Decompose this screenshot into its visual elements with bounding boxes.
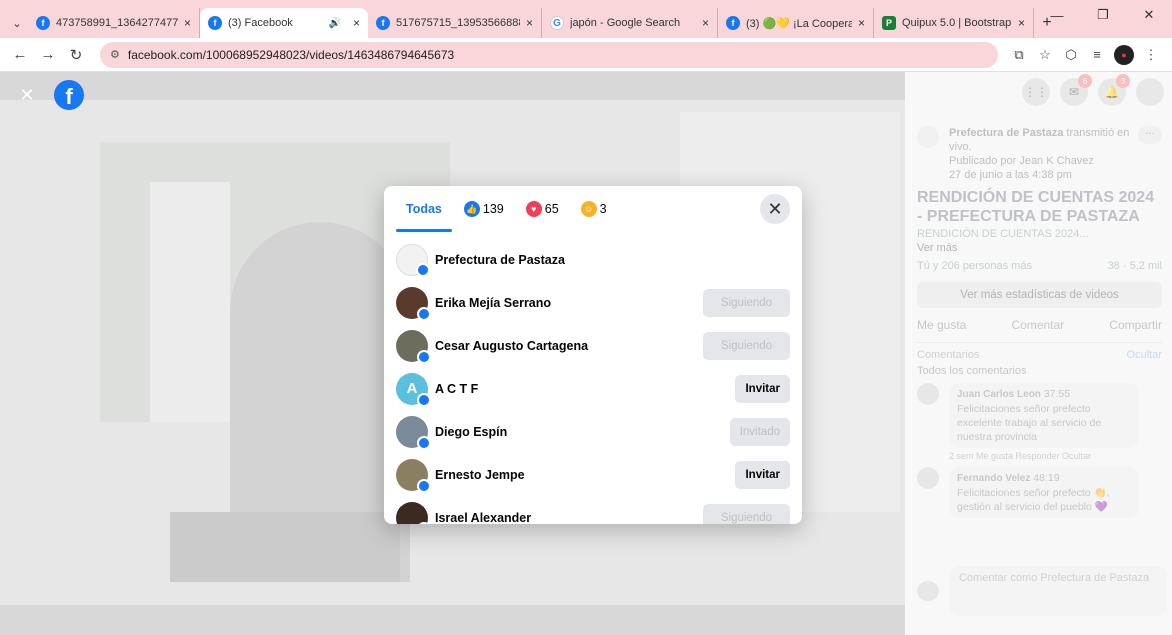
tab-like[interactable]: 👍 139 [463, 186, 504, 232]
reactors-list: Prefectura de Pastaza Erika Mejía Serran… [384, 238, 802, 524]
user-name[interactable]: Israel Alexander [435, 511, 703, 525]
care-reaction-icon: ☺ [580, 201, 597, 217]
close-tab-icon[interactable]: × [1018, 16, 1025, 30]
invited-button: Invitado [729, 417, 790, 446]
tab-all[interactable]: Todas [396, 186, 452, 232]
close-tab-icon[interactable]: × [526, 16, 533, 30]
facebook-logo-icon[interactable]: f [54, 80, 84, 110]
reload-icon[interactable]: ↻ [64, 43, 88, 67]
invite-button[interactable]: Invitar [735, 374, 790, 403]
user-avatar[interactable]: A [396, 372, 431, 407]
list-item: Ernesto Jempe Invitar [384, 453, 802, 496]
browser-tab-3[interactable]: f 517675715_139535668882 × [368, 8, 542, 38]
facebook-icon: f [36, 16, 50, 30]
reaction-tabs: Todas 👍 139 ♥ 65 ☺ 3 [384, 186, 802, 232]
invite-button[interactable]: Invitar [735, 460, 790, 489]
tab-search-dropdown[interactable]: ⌄ [6, 8, 28, 38]
list-item: A A C T F Invitar [384, 367, 802, 410]
extensions-icon[interactable]: ⬡ [1058, 42, 1084, 68]
user-name[interactable]: Erika Mejía Serrano [435, 296, 703, 310]
close-tab-icon[interactable]: × [702, 16, 709, 30]
profile-avatar-icon[interactable]: ● [1114, 44, 1134, 65]
user-name[interactable]: Diego Espín [435, 425, 730, 439]
browser-tab-4[interactable]: G japón - Google Search × [542, 8, 718, 38]
google-icon: G [550, 16, 564, 30]
close-tab-icon[interactable]: × [184, 16, 191, 30]
user-name[interactable]: A C T F [435, 382, 735, 396]
like-badge-icon [417, 478, 431, 493]
list-item: Diego Espín Invitado [384, 410, 802, 453]
like-badge-icon [416, 262, 430, 277]
list-item: Erika Mejía Serrano Siguiendo [384, 281, 802, 324]
tab-love[interactable]: ♥ 65 [525, 186, 559, 232]
facebook-icon: f [726, 16, 740, 30]
close-window-icon[interactable]: ✕ [1126, 0, 1172, 30]
user-avatar[interactable] [396, 501, 431, 524]
user-avatar[interactable] [396, 286, 431, 321]
love-reaction-icon: ♥ [525, 201, 542, 217]
following-button[interactable]: Siguiendo [703, 331, 790, 360]
like-badge-icon [417, 306, 431, 321]
menu-kebab-icon[interactable]: ⋮ [1138, 42, 1164, 68]
like-reaction-icon: 👍 [463, 201, 480, 217]
post-side-panel: ⋮⋮ ✉ 6 🔔 3 Prefectura de Pastaza transmiti… [905, 72, 1172, 635]
user-name[interactable]: Ernesto Jempe [435, 468, 735, 482]
forward-arrow-icon[interactable]: → [36, 43, 60, 67]
like-badge-icon [417, 349, 431, 364]
user-avatar[interactable] [396, 329, 431, 364]
url-text: facebook.com/100068952948023/videos/1463… [127, 47, 455, 62]
list-item: Israel Alexander Siguiendo [384, 496, 802, 524]
browser-tab-5[interactable]: f (3) 🟢💛 ¡La Cooperación × [718, 8, 874, 38]
user-avatar[interactable] [396, 415, 431, 450]
audio-icon[interactable]: 🔊 [329, 18, 341, 29]
list-item: Prefectura de Pastaza [384, 238, 802, 281]
restore-icon[interactable]: ❐ [1080, 0, 1126, 30]
user-avatar[interactable] [396, 458, 431, 493]
site-info-icon[interactable]: ⚙ [110, 48, 120, 61]
user-avatar[interactable] [396, 243, 430, 277]
address-bar[interactable]: ⚙ facebook.com/100068952948023/videos/14… [100, 41, 998, 68]
close-dialog-button[interactable]: ✕ [760, 194, 790, 224]
back-arrow-icon[interactable]: ← [8, 43, 32, 67]
close-video-icon[interactable]: ✕ [16, 84, 38, 106]
tab-care[interactable]: ☺ 3 [580, 186, 607, 232]
browser-tab-1[interactable]: f 473758991_136427747795 × [28, 8, 200, 38]
user-name[interactable]: Cesar Augusto Cartagena [435, 339, 703, 353]
user-name[interactable]: Prefectura de Pastaza [435, 253, 790, 267]
cast-icon[interactable]: ⧉ [1006, 42, 1032, 68]
browser-tab-strip: ⌄ f 473758991_136427747795 × f (3) Faceb… [0, 0, 1172, 38]
like-badge-icon [417, 521, 431, 524]
panel-overlay [905, 72, 1172, 635]
browser-tab-6[interactable]: P Quipux 5.0 | Bootstrap × [874, 8, 1034, 38]
facebook-icon: f [376, 16, 390, 30]
quipux-icon: P [882, 16, 896, 30]
reactions-dialog: Todas 👍 139 ♥ 65 ☺ 3 ✕ Prefectura de Pas… [384, 186, 802, 524]
close-tab-icon[interactable]: × [353, 16, 360, 30]
window-controls: — ❐ ✕ [1034, 0, 1172, 30]
list-item: Cesar Augusto Cartagena Siguiendo [384, 324, 802, 367]
bookmark-star-icon[interactable]: ☆ [1032, 42, 1058, 68]
minimize-icon[interactable]: — [1034, 0, 1080, 30]
browser-toolbar: ← → ↻ ⚙ facebook.com/100068952948023/vid… [0, 38, 1172, 72]
close-tab-icon[interactable]: × [858, 16, 865, 30]
like-badge-icon [417, 392, 431, 407]
facebook-icon: f [208, 16, 222, 30]
media-controls-icon[interactable]: ≡ [1084, 42, 1110, 68]
browser-tab-2[interactable]: f (3) Facebook 🔊 × [200, 8, 368, 38]
following-button[interactable]: Siguiendo [703, 503, 790, 524]
following-button[interactable]: Siguiendo [703, 288, 790, 317]
like-badge-icon [417, 435, 431, 450]
